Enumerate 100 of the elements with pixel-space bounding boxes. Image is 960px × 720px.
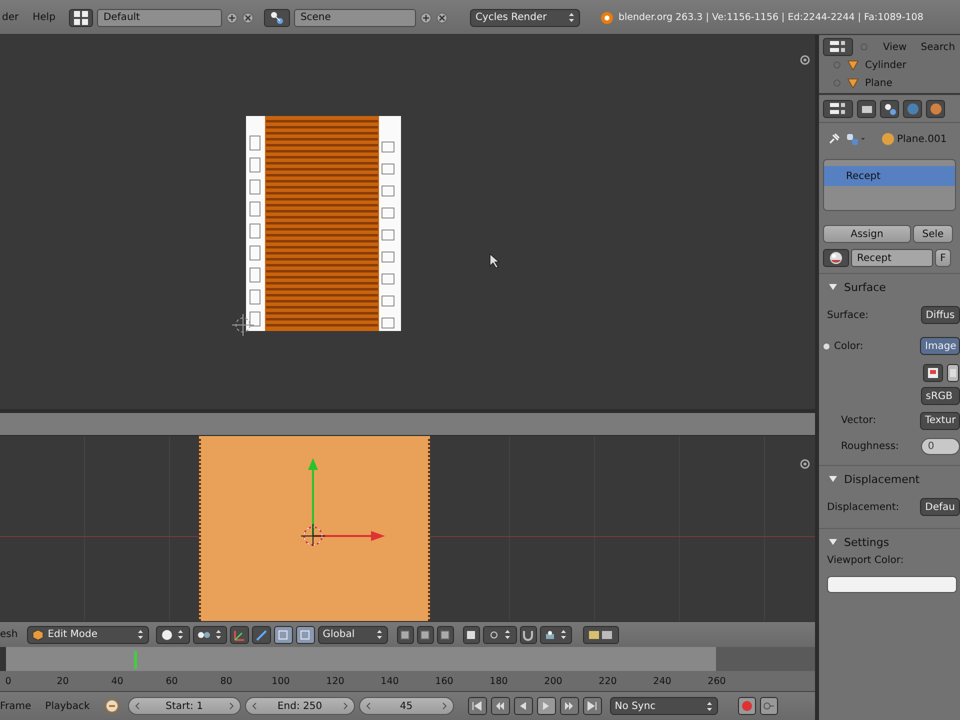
close-icon[interactable] — [242, 12, 254, 24]
plus-icon[interactable] — [799, 54, 811, 66]
render-tab[interactable] — [857, 100, 876, 118]
select-button[interactable]: Sele — [913, 225, 953, 243]
frame-tick-label: 260 — [706, 676, 727, 687]
assign-button[interactable]: Assign — [823, 225, 911, 243]
scene-statistics: blender.org 263.3 | Ve:1156-1156 | Ed:2244-2244 | Fa:1089-108 — [618, 12, 924, 23]
menu-item[interactable]: esh — [0, 629, 18, 640]
square-icon — [950, 368, 956, 378]
screen-layout-field[interactable]: Default — [97, 8, 222, 26]
menu-item[interactable]: der — [2, 12, 19, 23]
prev-keyframe-icon — [494, 700, 506, 712]
scene-button[interactable] — [264, 8, 290, 26]
frame-tick-label: 220 — [598, 676, 618, 687]
list-icon — [829, 40, 847, 54]
mode-dropdown[interactable]: Edit Mode — [26, 626, 149, 644]
add-icon[interactable] — [226, 12, 238, 24]
socket-icon[interactable] — [823, 342, 830, 350]
translate-button[interactable] — [252, 626, 271, 644]
menu-item[interactable]: Playback — [45, 700, 90, 712]
roughness-field[interactable]: 0 — [920, 438, 960, 454]
dropdown-arrows-icon — [568, 12, 576, 23]
record-button[interactable] — [738, 697, 756, 716]
panel-header[interactable]: Displacement — [819, 466, 960, 492]
frame-tick-label: 200 — [543, 676, 564, 687]
menu-item[interactable]: View — [883, 42, 907, 52]
edge-select-button[interactable] — [416, 626, 434, 644]
node-dropdown[interactable]: Image — [920, 337, 960, 355]
jump-start-button[interactable] — [468, 697, 487, 716]
jump-start-icon — [471, 700, 484, 712]
property-label: Viewport Color: — [827, 555, 904, 566]
prev-keyframe-button[interactable] — [490, 697, 510, 716]
menu-item[interactable]: Search — [920, 42, 956, 52]
close-icon[interactable] — [436, 12, 448, 24]
rotate-icon — [276, 628, 290, 642]
outliner-item[interactable]: Plane — [823, 74, 960, 92]
frame-tick-label: 160 — [434, 676, 454, 687]
scene-tab[interactable] — [880, 100, 899, 118]
image-browse-button[interactable] — [923, 364, 943, 382]
material-name-field[interactable]: Recept — [851, 249, 933, 267]
frame-tick-label: 120 — [325, 676, 346, 687]
outliner-item[interactable]: Cylinder — [823, 56, 960, 74]
render-button[interactable] — [582, 626, 619, 644]
image-button[interactable] — [947, 364, 959, 382]
eye-icon — [859, 42, 869, 52]
viewport-shading-dropdown[interactable] — [156, 626, 190, 644]
snap-button[interactable] — [520, 626, 537, 644]
fake-user-button[interactable]: F — [935, 249, 951, 267]
blender-logo-icon — [600, 10, 614, 24]
scale-button[interactable] — [296, 626, 315, 644]
pin-icon[interactable] — [827, 132, 841, 146]
display-mode-button[interactable] — [823, 100, 853, 118]
vertex-select-button[interactable] — [396, 626, 414, 644]
play-button[interactable] — [536, 697, 556, 716]
sync-dropdown[interactable]: No Sync — [610, 697, 718, 716]
dropdown-arrows-icon — [560, 629, 568, 640]
start-frame-field[interactable]: Start: 1 — [128, 697, 241, 716]
mesh-object-icon — [847, 77, 859, 89]
rotate-button[interactable] — [274, 626, 293, 644]
jump-end-button[interactable] — [582, 697, 602, 716]
material-tab[interactable] — [926, 100, 945, 118]
material-browse-button[interactable] — [823, 249, 849, 267]
sphere-icon — [829, 251, 843, 265]
next-keyframe-button[interactable] — [560, 697, 579, 716]
end-frame-field[interactable]: End: 250 — [244, 697, 355, 716]
property-label: Vector: — [840, 415, 878, 426]
display-mode-button[interactable] — [823, 38, 853, 56]
material-slot[interactable]: Recept — [824, 166, 955, 186]
snap-element-dropdown[interactable] — [540, 626, 572, 644]
node-dropdown[interactable]: Defau — [920, 498, 960, 516]
node-dropdown[interactable]: Textur — [920, 412, 960, 430]
keying-set-button[interactable] — [760, 697, 778, 716]
property-label: Surface: — [827, 310, 870, 320]
record-icon — [740, 700, 753, 712]
add-icon[interactable] — [420, 12, 432, 24]
proportional-edit-dropdown[interactable] — [482, 626, 517, 644]
orientation-dropdown[interactable]: Global — [318, 626, 388, 644]
render-engine-dropdown[interactable]: Cycles Render — [470, 8, 580, 26]
material-icon — [881, 132, 895, 146]
link-icon[interactable] — [845, 132, 865, 146]
menu-item[interactable]: Help — [32, 12, 56, 23]
occlude-button[interactable] — [462, 626, 480, 644]
play-reverse-button[interactable] — [514, 697, 533, 716]
color-swatch[interactable] — [827, 576, 957, 593]
keying-icon[interactable] — [104, 698, 120, 714]
face-select-button[interactable] — [436, 626, 454, 644]
current-frame-field[interactable]: 45 — [358, 697, 454, 716]
pivot-point-dropdown[interactable] — [192, 626, 227, 644]
panel-header[interactable]: Surface — [819, 274, 960, 300]
dropdown-arrows-icon — [215, 629, 222, 640]
plus-icon[interactable] — [799, 458, 811, 470]
edge-select-icon — [419, 628, 432, 641]
screen-layout-button[interactable] — [69, 8, 94, 26]
node-dropdown[interactable]: Diffus — [920, 306, 960, 324]
manipulator-button[interactable] — [230, 626, 249, 644]
menu-item[interactable]: Frame — [0, 700, 32, 712]
panel-header[interactable]: Settings — [819, 529, 960, 555]
scene-field[interactable]: Scene — [294, 8, 416, 26]
color-space-dropdown[interactable]: sRGB — [920, 387, 960, 405]
list-icon — [829, 102, 847, 116]
